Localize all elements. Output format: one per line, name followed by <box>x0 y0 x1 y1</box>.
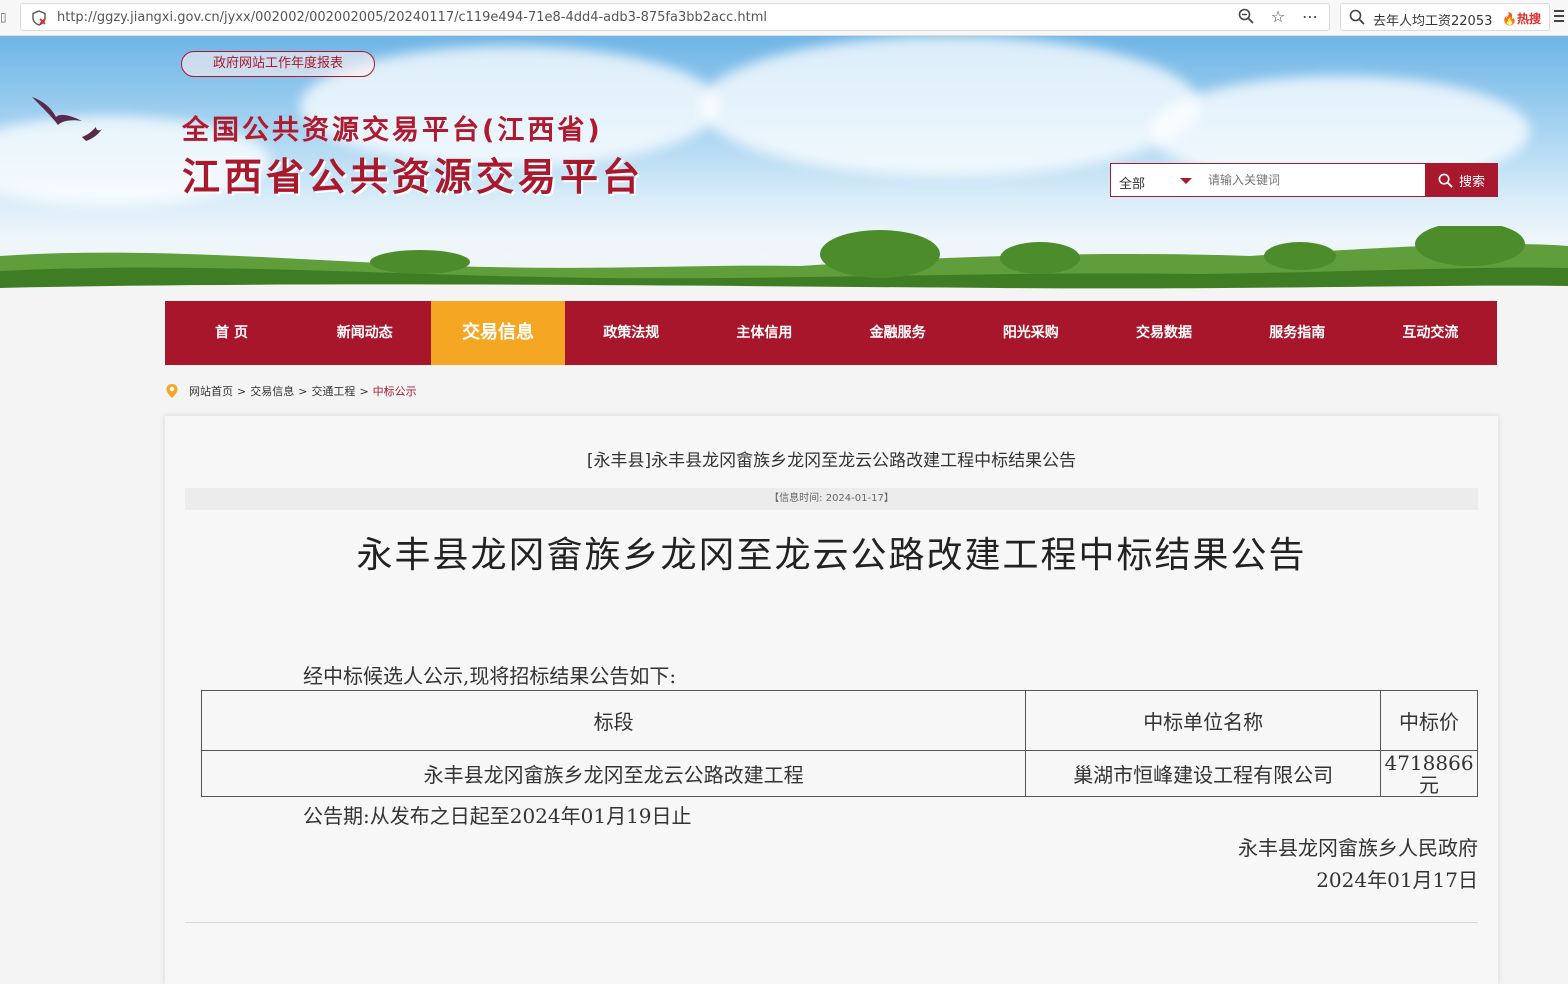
nav-item-news[interactable]: 新闻动态 <box>298 301 431 365</box>
breadcrumb-home[interactable]: 网站首页 <box>189 383 233 399</box>
address-bar[interactable]: http://ggzy.jiangxi.gov.cn/jyxx/002002/0… <box>20 3 1330 31</box>
nav-item-interaction[interactable]: 互动交流 <box>1364 301 1497 365</box>
bookmark-star-icon[interactable]: ☆ <box>1269 8 1287 28</box>
browser-search-text[interactable]: 去年人均工资22053 <box>1373 10 1493 29</box>
breadcrumb-separator: > <box>237 384 247 398</box>
page-icon: ▯ <box>0 10 7 24</box>
search-category-value: 全部 <box>1119 177 1146 192</box>
search-category-select[interactable]: 全部 <box>1110 163 1200 197</box>
nav-item-trading-data[interactable]: 交易数据 <box>1097 301 1230 365</box>
zoom-icon[interactable] <box>1237 8 1255 28</box>
browser-toolbar: ▯ http://ggzy.jiangxi.gov.cn/jyxx/002002… <box>0 0 1568 36</box>
table-cell-winner: 巢湖市恒峰建设工程有限公司 <box>1025 750 1382 797</box>
article-main-title: 永丰县龙冈畲族乡龙冈至龙云公路改建工程中标结果公告 <box>356 535 1307 576</box>
table-header-price: 中标价 <box>1380 690 1478 751</box>
site-search: 全部 搜索 <box>1110 163 1498 197</box>
nav-item-finance[interactable]: 金融服务 <box>831 301 964 365</box>
hot-search-label: 热搜 <box>1516 12 1541 26</box>
nav-item-procurement[interactable]: 阳光采购 <box>964 301 1097 365</box>
location-pin-icon <box>166 384 178 398</box>
issuer-name: 永丰县龙冈畲族乡人民政府 <box>1238 836 1478 860</box>
nav-item-home[interactable]: 首 页 <box>165 301 298 365</box>
breadcrumb-trading-info[interactable]: 交易信息 <box>250 383 294 399</box>
nav-item-service-guide[interactable]: 服务指南 <box>1231 301 1364 365</box>
breadcrumb-traffic-engineering[interactable]: 交通工程 <box>311 383 355 399</box>
search-icon <box>1349 9 1365 25</box>
main-nav: 首 页 新闻动态 交易信息 政策法规 主体信用 金融服务 阳光采购 交易数据 服… <box>165 301 1497 365</box>
site-title-national: 全国公共资源交易平台(江西省) <box>182 115 603 146</box>
search-input[interactable] <box>1200 163 1426 197</box>
url-text[interactable]: http://ggzy.jiangxi.gov.cn/jyxx/002002/0… <box>57 10 767 25</box>
chevron-down-icon <box>1180 178 1192 184</box>
annual-report-button[interactable]: 政府网站工作年度报表 <box>181 51 375 77</box>
divider <box>185 922 1478 923</box>
nav-item-trading-info[interactable]: 交易信息 <box>431 301 565 365</box>
browser-menu-icon[interactable] <box>1554 10 1564 25</box>
table-header-lot: 标段 <box>200 690 1027 751</box>
table-cell-price: 4718866元 <box>1380 750 1478 797</box>
article-intro: 经中标候选人公示,现将招标结果公告如下: <box>303 664 677 688</box>
issue-date: 2024年01月17日 <box>1316 868 1478 892</box>
breadcrumb-separator: > <box>298 384 308 398</box>
birds-decoration <box>32 97 102 141</box>
breadcrumb-current[interactable]: 中标公示 <box>373 383 417 399</box>
table-cell-lot: 永丰县龙冈畲族乡龙冈至龙云公路改建工程 <box>200 750 1027 797</box>
nav-item-credit[interactable]: 主体信用 <box>698 301 831 365</box>
more-options-icon[interactable]: ⋯ <box>1301 8 1319 28</box>
table-row: 永丰县龙冈畲族乡龙冈至龙云公路改建工程 巢湖市恒峰建设工程有限公司 471886… <box>200 750 1478 797</box>
breadcrumb-separator: > <box>359 384 369 398</box>
article-short-title: [永丰县]永丰县龙冈畲族乡龙冈至龙云公路改建工程中标结果公告 <box>586 451 1077 471</box>
search-icon <box>1438 173 1453 188</box>
search-button[interactable]: 搜索 <box>1425 163 1498 197</box>
breadcrumb: 网站首页 > 交易信息 > 交通工程 > 中标公示 <box>165 382 417 400</box>
table-header-row: 标段 中标单位名称 中标价 <box>200 690 1478 751</box>
flame-icon: 🔥 <box>1502 12 1517 26</box>
search-button-label: 搜索 <box>1458 174 1485 190</box>
security-warning-icon <box>32 10 46 26</box>
article-panel: [永丰县]永丰县龙冈畲族乡龙冈至龙云公路改建工程中标结果公告 【信息时间: 20… <box>165 416 1498 984</box>
hills-decoration <box>0 226 1568 306</box>
announcement-period: 公告期:从发布之日起至2024年01月19日止 <box>303 804 692 828</box>
table-header-winner: 中标单位名称 <box>1025 690 1382 751</box>
info-time-bar: 【信息时间: 2024-01-17】 <box>185 488 1478 510</box>
hot-search-badge[interactable]: 🔥热搜 <box>1502 10 1541 27</box>
nav-item-policies[interactable]: 政策法规 <box>565 301 698 365</box>
site-title-provincial: 江西省公共资源交易平台 <box>182 155 645 199</box>
award-result-table: 标段 中标单位名称 中标价 永丰县龙冈畲族乡龙冈至龙云公路改建工程 巢湖市恒峰建… <box>200 690 1478 797</box>
browser-search-box[interactable]: 去年人均工资22053 🔥热搜 <box>1340 3 1550 31</box>
site-banner: 政府网站工作年度报表 全国公共资源交易平台(江西省) 江西省公共资源交易平台 全… <box>0 36 1568 306</box>
